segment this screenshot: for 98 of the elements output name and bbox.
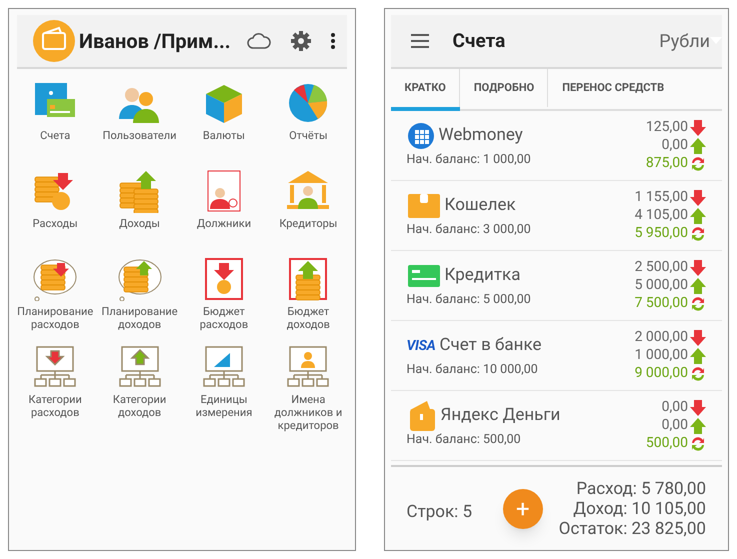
tile-label: Доходы	[119, 217, 160, 230]
menu-tile[interactable]: Кредиторы	[266, 169, 350, 245]
amount-text: 7 500,00	[634, 294, 688, 313]
menu-tile[interactable]: Единицы измерения	[182, 345, 266, 432]
menu-tile[interactable]: Пользователи	[97, 81, 182, 157]
account-name: Кошелек	[444, 194, 516, 218]
tile-label: Пользователи	[102, 129, 176, 142]
menu-icon[interactable]	[410, 34, 428, 48]
menu-tile[interactable]: Валюты	[182, 81, 266, 157]
menu-tile[interactable]: Категории доходов	[97, 345, 182, 432]
down-arrow-icon	[690, 190, 706, 206]
menu-tile[interactable]: Планирование доходов	[97, 257, 182, 333]
start-balance: Нач. баланс: 3 000,00	[406, 221, 532, 240]
tile-label: Категории доходов	[112, 393, 168, 419]
amount-text: 500,00	[646, 434, 688, 453]
refresh-icon	[690, 366, 706, 382]
amount-text: 2 500,00	[634, 258, 688, 277]
amount-text: 1 000,00	[634, 346, 688, 365]
tile-label: Кредиторы	[279, 217, 338, 230]
amount-text: 4 105,00	[634, 206, 688, 225]
account-name: Счет в банке	[439, 334, 542, 358]
account-name: Webmoney	[438, 124, 523, 148]
amount-text: 125,00	[646, 118, 688, 137]
screen-title: Счета	[452, 28, 506, 54]
tab[interactable]: ПЕРЕНОС СРЕДСТВ	[548, 69, 678, 111]
row-count: Строк: 5	[406, 501, 474, 524]
total-text: Расход: 5 780,00	[576, 479, 706, 499]
menu-tile[interactable]: Бюджет расходов	[182, 257, 266, 333]
account-row[interactable]: Кредитка Нач. баланс: 5 000,00 2 500,00 5 000,00 7 500,00	[390, 251, 722, 321]
account-row[interactable]: Кошелек Нач. баланс: 3 000,00 1 155,00 4 105,00 5 950,00	[390, 181, 722, 251]
menu-tile[interactable]: Счета	[13, 81, 98, 157]
thought-coins-up-icon	[116, 257, 164, 301]
start-balance: Нач. баланс: 500,00	[406, 431, 522, 450]
account-name: Яндекс Деньги	[440, 404, 560, 428]
menu-tile[interactable]: Должники	[182, 169, 266, 245]
tile-label: Категории расходов	[28, 393, 83, 419]
total-text: Доход: 10 105,00	[573, 499, 706, 519]
wallet-logo-icon	[33, 20, 75, 62]
start-balance: Нач. баланс: 1 000,00	[406, 151, 532, 170]
card-icon	[406, 264, 440, 288]
tile-label: Планирование расходов	[16, 305, 94, 331]
tab[interactable]: ПОДРОБНО	[460, 69, 548, 111]
more-options-icon[interactable]	[330, 33, 334, 49]
app-title: Иванов /Прим...	[79, 28, 231, 55]
tab[interactable]: КРАТКО	[390, 69, 460, 111]
up-arrow-icon	[690, 208, 706, 224]
account-row[interactable]: Яндекс Деньги Нач. баланс: 500,00 0,00 0,00 500,00	[390, 391, 722, 461]
refresh-icon	[690, 436, 706, 452]
account-row[interactable]: VISA Счет в банке Нач. баланс: 10 000,00 2 000,00 1 000,00 9 000,00	[390, 321, 722, 391]
start-balance: Нач. баланс: 10 000,00	[406, 361, 539, 380]
menu-tile[interactable]: Категории расходов	[13, 345, 98, 432]
tile-label: Бюджет расходов	[198, 305, 250, 331]
amount-text: 5 000,00	[634, 276, 688, 295]
tile-label: Бюджет доходов	[286, 305, 331, 331]
refresh-icon	[690, 296, 706, 312]
amount-text: 9 000,00	[634, 364, 688, 383]
up-arrow-icon	[690, 138, 706, 154]
amount-text: 0,00	[662, 136, 688, 155]
amount-text: 0,00	[662, 398, 688, 417]
tile-label: Отчёты	[289, 129, 328, 142]
card-brand-logo: VISA	[406, 336, 436, 356]
account-row[interactable]: Webmoney Нач. баланс: 1 000,00 125,00 0,00 875,00	[390, 111, 722, 181]
amount-text: 1 155,00	[634, 188, 688, 207]
refresh-icon	[690, 156, 706, 172]
down-arrow-icon	[690, 330, 706, 346]
account-name: Кредитка	[444, 264, 520, 288]
settings-icon[interactable]	[290, 31, 310, 51]
menu-tile[interactable]: Расходы	[13, 169, 98, 245]
currency-dropdown[interactable]: Рубли	[659, 28, 722, 54]
total-text: Остаток: 23 825,00	[558, 519, 706, 539]
globe-grid-icon	[406, 122, 434, 150]
tile-label: Должники	[196, 217, 252, 230]
start-balance: Нач. баланс: 5 000,00	[406, 291, 532, 310]
amount-text: 2 000,00	[634, 328, 688, 347]
tile-label: Расходы	[32, 217, 78, 230]
down-arrow-icon	[690, 120, 706, 136]
tile-label: Валюты	[202, 129, 245, 142]
up-arrow-icon	[690, 278, 706, 294]
wallet-icon	[406, 193, 440, 220]
menu-tile[interactable]: Отчёты	[266, 81, 350, 157]
tile-label: Счета	[40, 129, 70, 142]
menu-tile[interactable]: Планирование расходов	[13, 257, 98, 333]
tile-label: Имена должников и кредиторов	[273, 393, 344, 432]
menu-tile[interactable]: Имена должников и кредиторов	[266, 345, 350, 432]
cloud-icon[interactable]	[246, 33, 270, 49]
amount-text: 0,00	[662, 416, 688, 435]
down-arrow-icon	[690, 400, 706, 416]
menu-tile[interactable]: Доходы	[97, 169, 182, 245]
amount-text: 5 950,00	[634, 224, 688, 243]
menu-tile[interactable]: Бюджет доходов	[266, 257, 350, 333]
tile-label: Планирование доходов	[100, 305, 179, 331]
refresh-icon	[690, 226, 706, 242]
down-arrow-icon	[690, 260, 706, 276]
up-arrow-icon	[690, 348, 706, 364]
tile-label: Единицы измерения	[194, 393, 254, 419]
up-arrow-icon	[690, 418, 706, 434]
amount-text: 875,00	[646, 154, 688, 173]
thought-coins-down-icon	[31, 257, 80, 301]
